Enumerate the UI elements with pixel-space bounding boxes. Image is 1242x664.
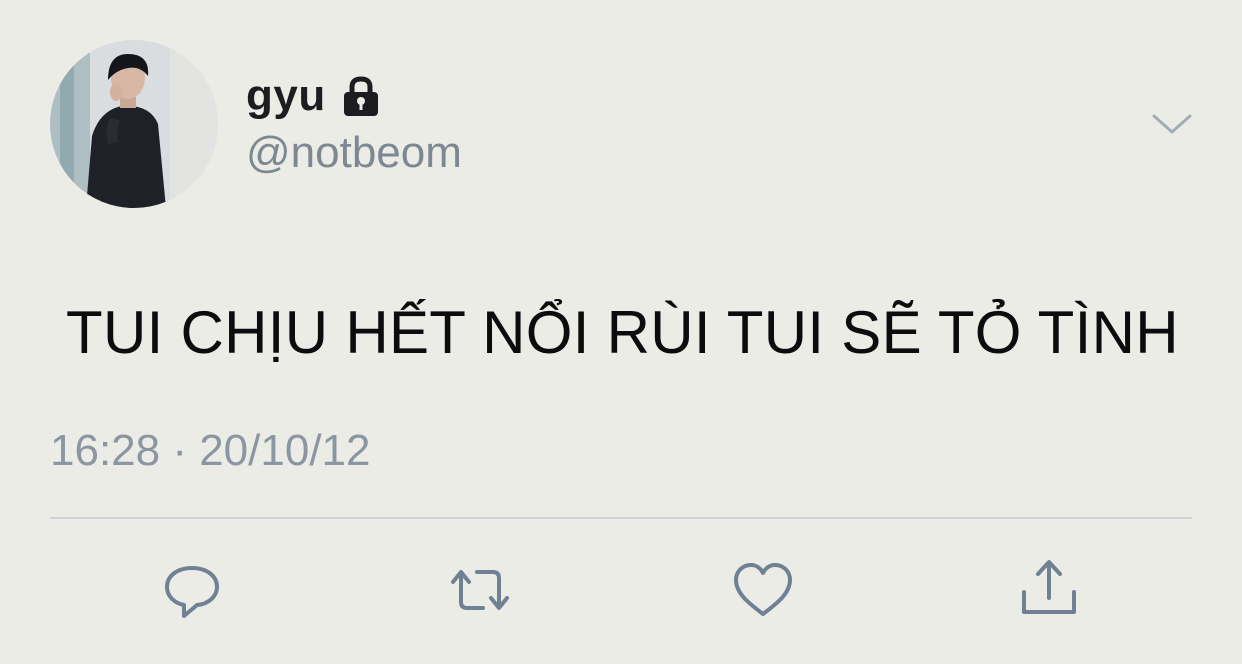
chevron-down-icon[interactable] xyxy=(1150,108,1194,143)
avatar-photo xyxy=(50,40,218,208)
reply-button[interactable] xyxy=(157,556,227,626)
reply-icon xyxy=(165,566,219,618)
retweet-button[interactable] xyxy=(441,556,511,626)
lock-icon xyxy=(338,75,384,122)
tweet-card: gyu @notbeom TUI CHỊU HẾT NỔI RÙI TUI SẼ… xyxy=(0,0,1242,664)
retweet-icon xyxy=(451,570,509,610)
heart-icon xyxy=(734,563,792,616)
user-handle[interactable]: @notbeom xyxy=(246,128,462,178)
tweet-text: TUI CHỊU HẾT NỔI RÙI TUI SẼ TỎ TÌNH xyxy=(66,299,1179,366)
display-name-row: gyu xyxy=(246,68,384,124)
divider xyxy=(50,517,1192,519)
avatar[interactable] xyxy=(50,40,218,208)
tweet-timestamp[interactable]: 16:28 · 20/10/12 xyxy=(50,426,370,476)
like-button[interactable] xyxy=(728,556,798,626)
display-name[interactable]: gyu xyxy=(246,71,326,121)
tweet-actions xyxy=(0,556,1242,626)
share-button[interactable] xyxy=(1014,556,1084,626)
share-icon xyxy=(1022,560,1076,614)
